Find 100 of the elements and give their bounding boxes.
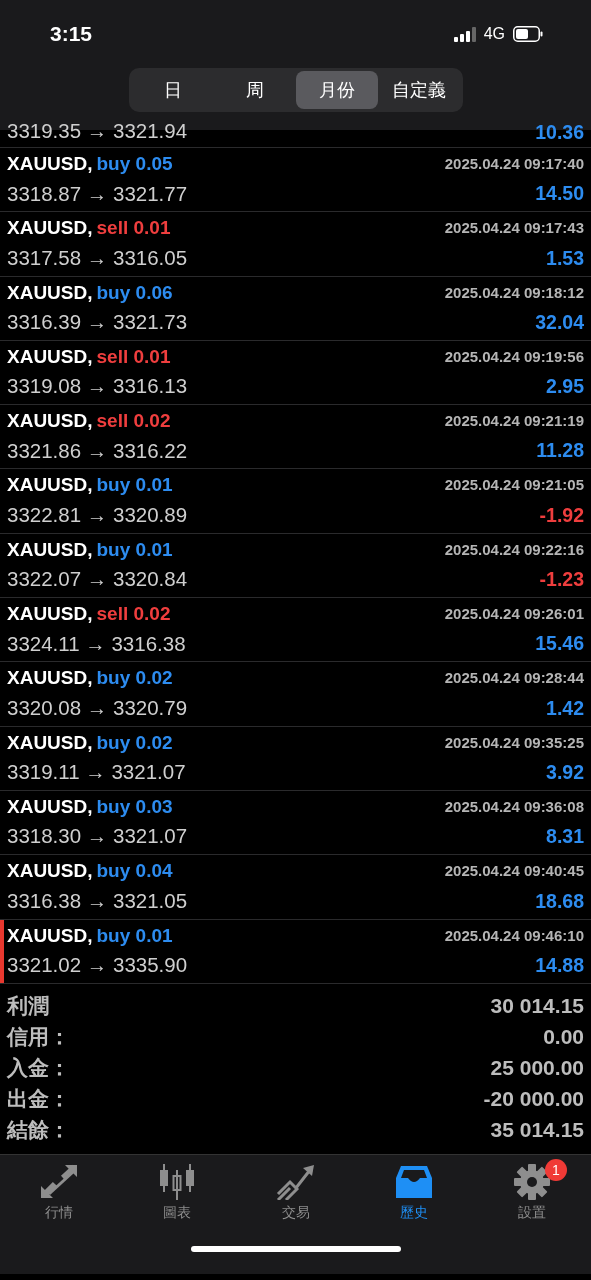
trade-row[interactable]: XAUUSD, buy 0.05 2025.04.24 09:17:40 3318.87 → 3321.77 14.50	[0, 148, 591, 213]
trade-prices: 3320.08 → 3320.79	[7, 694, 188, 721]
trade-symbol: XAUUSD,	[7, 794, 93, 819]
trade-symbol: XAUUSD,	[7, 280, 93, 305]
trade-symbol: XAUUSD,	[7, 666, 93, 691]
trade-prices: 3316.38 → 3321.05	[7, 887, 188, 914]
trade-time: 2025.04.24 09:28:44	[444, 668, 584, 689]
trade-time: 2025.04.24 09:26:01	[444, 604, 584, 625]
battery-icon	[513, 26, 543, 42]
settings-icon	[511, 1163, 552, 1200]
diagonal-arrows-icon	[39, 1163, 80, 1200]
summary-value: 0.00	[543, 1023, 584, 1050]
trade-prices: 3322.81 → 3320.89	[7, 502, 188, 528]
summary-label: 結餘：	[7, 1116, 70, 1143]
trade-order: sell 0.01	[96, 344, 171, 369]
trade-profit: 2.95	[546, 374, 584, 400]
trade-row[interactable]: XAUUSD, buy 0.02 2025.04.24 09:28:44 3320.08 → 3320.79 1.42	[0, 662, 591, 727]
trade-prices: 3321.86 → 3316.22	[7, 437, 188, 464]
trade-symbol: XAUUSD,	[7, 537, 93, 562]
trade-prices: 3319.11 → 3321.07	[7, 759, 186, 786]
trade-order: buy 0.05	[96, 152, 173, 176]
trade-prices: 3319.08 → 3316.13	[7, 373, 188, 400]
trade-time: 2025.04.24 09:40:45	[444, 861, 584, 882]
nav-tab[interactable]: 交易	[236, 1162, 355, 1224]
candlestick-icon	[158, 1163, 197, 1200]
trade-time: 2025.04.24 09:17:43	[444, 218, 584, 239]
trade-row[interactable]: XAUUSD, sell 0.02 2025.04.24 09:26:01 3324.11 → 3316.38 15.46	[0, 598, 591, 663]
period-tab[interactable]: 月份	[295, 71, 378, 109]
trade-profit: 18.68	[535, 888, 584, 914]
trade-symbol: XAUUSD,	[7, 602, 93, 627]
status-time: 3:15	[50, 21, 93, 48]
trade-profit: -1.92	[539, 502, 584, 528]
trade-row[interactable]: XAUUSD, buy 0.01 2025.04.24 09:21:05 3322.81 → 3320.89 -1.92	[0, 469, 591, 534]
trade-order: buy 0.02	[96, 666, 173, 691]
trade-row[interactable]: XAUUSD, sell 0.01 2025.04.24 09:19:56 3319.08 → 3316.13 2.95	[0, 340, 591, 406]
trade-time: 2025.04.24 09:21:19	[444, 411, 584, 432]
trend-arrow-icon	[275, 1163, 316, 1200]
summary-label: 信用：	[7, 1023, 70, 1050]
trade-row[interactable]: XAUUSD, buy 0.04 2025.04.24 09:40:45 3316.38 → 3321.05 18.68	[0, 855, 591, 920]
trade-profit: 10.36	[535, 124, 584, 145]
trade-profit: 11.28	[536, 438, 584, 464]
trade-time: 2025.04.24 09:36:08	[444, 796, 584, 817]
trade-profit: 8.31	[546, 824, 584, 850]
period-tab[interactable]: 自定義	[377, 71, 460, 109]
trade-prices: 3317.58 → 3316.05	[7, 244, 188, 271]
period-tab[interactable]: 日	[131, 71, 214, 109]
inbox-tray-icon	[393, 1163, 434, 1200]
trade-row[interactable]: XAUUSD, buy 0.01 2025.04.24 09:46:10 3321.02 → 3335.90 14.88	[0, 919, 591, 984]
trade-order: buy 0.01	[96, 537, 173, 562]
trade-order: buy 0.04	[96, 859, 173, 884]
trade-order: sell 0.01	[96, 216, 171, 241]
trade-prices: 3322.07 → 3320.84	[7, 566, 188, 593]
trade-prices: 3318.30 → 3321.07	[7, 823, 188, 850]
period-tab[interactable]: 周	[213, 71, 296, 109]
trade-profit: 14.50	[535, 181, 584, 207]
trade-symbol: XAUUSD,	[7, 473, 93, 498]
trade-symbol: XAUUSD,	[7, 730, 93, 755]
trade-order: sell 0.02	[96, 602, 171, 627]
trade-order: buy 0.03	[96, 794, 173, 819]
summary-label: 利潤	[7, 992, 49, 1019]
trade-time: 2025.04.24 09:19:56	[444, 346, 584, 367]
trade-order: sell 0.02	[96, 409, 171, 434]
summary-value: -20 000.00	[483, 1085, 584, 1112]
summary-label: 入金：	[7, 1054, 70, 1081]
trade-row[interactable]: XAUUSD, sell 0.01 2025.04.24 09:17:43 3317.58 → 3316.05 1.53	[0, 212, 591, 277]
summary-value: 35 014.15	[490, 1116, 584, 1143]
trade-profit: -1.23	[539, 567, 584, 593]
trade-symbol: XAUUSD,	[7, 859, 93, 884]
trade-symbol: XAUUSD,	[7, 923, 93, 948]
trade-row[interactable]: XAUUSD, sell 0.02 2025.04.24 09:21:19 3321.86 → 3316.22 11.28	[0, 405, 591, 470]
trade-time: 2025.04.24 09:18:12	[444, 282, 584, 303]
trade-prices: 3324.11 → 3316.38	[7, 630, 186, 657]
trade-order: buy 0.02	[96, 730, 173, 755]
trade-prices: 3319.35 → 3321.94	[7, 124, 188, 145]
trade-profit: 14.88	[535, 952, 584, 978]
network-label: 4G	[483, 24, 505, 44]
trade-time: 2025.04.24 09:22:16	[444, 539, 584, 560]
nav-tab[interactable]: 行情	[0, 1162, 119, 1224]
trade-profit: 3.92	[546, 759, 584, 785]
nav-tab[interactable]: 歷史	[354, 1162, 473, 1224]
trade-prices: 3321.02 → 3335.90	[7, 952, 188, 979]
summary-value: 30 014.15	[490, 992, 584, 1019]
signal-icon	[453, 26, 476, 42]
trade-profit: 1.53	[546, 245, 584, 271]
summary-value: 25 000.00	[490, 1054, 584, 1081]
trade-prices: 3316.39 → 3321.73	[7, 309, 188, 336]
summary-label: 出金：	[7, 1085, 70, 1112]
trade-time: 2025.04.24 09:35:25	[444, 732, 584, 753]
trade-profit: 15.46	[535, 631, 584, 657]
nav-tab[interactable]: 圖表	[118, 1162, 237, 1224]
trade-profit: 1.42	[546, 695, 584, 721]
trade-row[interactable]: XAUUSD, buy 0.06 2025.04.24 09:18:12 3316.39 → 3321.73 32.04	[0, 276, 591, 341]
trade-order: buy 0.01	[96, 473, 173, 498]
trade-symbol: XAUUSD,	[7, 409, 93, 434]
trade-profit: 32.04	[535, 309, 584, 335]
trade-symbol: XAUUSD,	[7, 216, 93, 241]
notification-badge: 1	[545, 1158, 567, 1181]
trade-order: buy 0.01	[96, 923, 173, 948]
trade-time: 2025.04.24 09:46:10	[444, 925, 584, 946]
trade-time: 2025.04.24 09:17:40	[444, 154, 584, 174]
